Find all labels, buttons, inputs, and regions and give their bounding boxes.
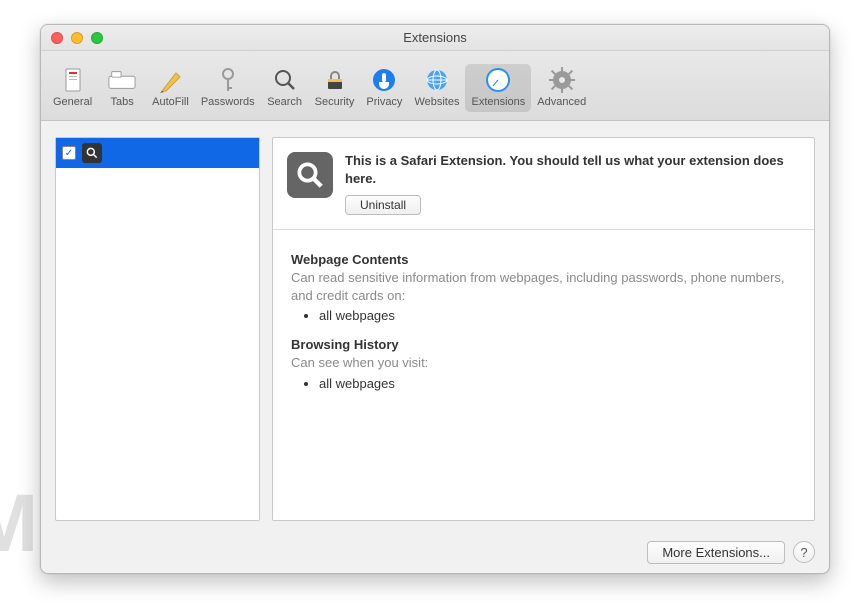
autofill-icon xyxy=(156,66,184,94)
tab-label: General xyxy=(53,96,92,108)
uninstall-button[interactable]: Uninstall xyxy=(345,195,421,215)
bullet-item: all webpages xyxy=(319,308,796,323)
lock-icon xyxy=(321,66,349,94)
tab-general[interactable]: General xyxy=(47,64,98,112)
section-heading: Browsing History xyxy=(291,337,796,352)
extension-enable-checkbox[interactable]: ✓ xyxy=(62,146,76,160)
preferences-toolbar: General Tabs AutoFill Passwords Search xyxy=(41,51,829,121)
help-button[interactable]: ? xyxy=(793,541,815,563)
extensions-list: ✓ xyxy=(55,137,260,521)
tab-security[interactable]: Security xyxy=(309,64,361,112)
window-title: Extensions xyxy=(41,30,829,45)
extension-row[interactable]: ✓ xyxy=(56,138,259,168)
section-heading: Webpage Contents xyxy=(291,252,796,267)
tab-label: Websites xyxy=(414,96,459,108)
more-extensions-button[interactable]: More Extensions... xyxy=(647,541,785,564)
tab-label: AutoFill xyxy=(152,96,189,108)
globe-icon xyxy=(423,66,451,94)
permissions-body: Webpage Contents Can read sensitive info… xyxy=(273,230,814,421)
gear-icon xyxy=(548,66,576,94)
general-icon xyxy=(59,66,87,94)
tab-search[interactable]: Search xyxy=(261,64,309,112)
search-icon xyxy=(271,66,299,94)
titlebar: Extensions xyxy=(41,25,829,51)
key-icon xyxy=(214,66,242,94)
detail-header: This is a Safari Extension. You should t… xyxy=(273,138,814,230)
tab-label: Tabs xyxy=(111,96,134,108)
tab-autofill[interactable]: AutoFill xyxy=(146,64,195,112)
tab-extensions[interactable]: Extensions xyxy=(465,64,531,112)
privacy-icon xyxy=(370,66,398,94)
tab-passwords[interactable]: Passwords xyxy=(195,64,261,112)
tab-label: Advanced xyxy=(537,96,586,108)
content-area: ✓ This is a Safari Extension. You should… xyxy=(41,121,829,531)
tab-label: Passwords xyxy=(201,96,255,108)
tab-label: Privacy xyxy=(366,96,402,108)
tab-advanced[interactable]: Advanced xyxy=(531,64,592,112)
preferences-window: Extensions General Tabs AutoFill Passwor… xyxy=(40,24,830,574)
section-desc: Can read sensitive information from webp… xyxy=(291,269,796,304)
tab-label: Extensions xyxy=(471,96,525,108)
tab-label: Security xyxy=(315,96,355,108)
tab-websites[interactable]: Websites xyxy=(408,64,465,112)
extension-description: This is a Safari Extension. You should t… xyxy=(345,152,798,187)
tab-tabs[interactable]: Tabs xyxy=(98,64,146,112)
tab-label: Search xyxy=(267,96,302,108)
tab-privacy[interactable]: Privacy xyxy=(360,64,408,112)
section-desc: Can see when you visit: xyxy=(291,354,796,372)
tabs-icon xyxy=(108,66,136,94)
footer: More Extensions... ? xyxy=(41,531,829,573)
compass-icon xyxy=(484,66,512,94)
magnifier-icon xyxy=(287,152,333,198)
bullet-item: all webpages xyxy=(319,376,796,391)
magnifier-icon xyxy=(82,143,102,163)
extension-detail: This is a Safari Extension. You should t… xyxy=(272,137,815,521)
